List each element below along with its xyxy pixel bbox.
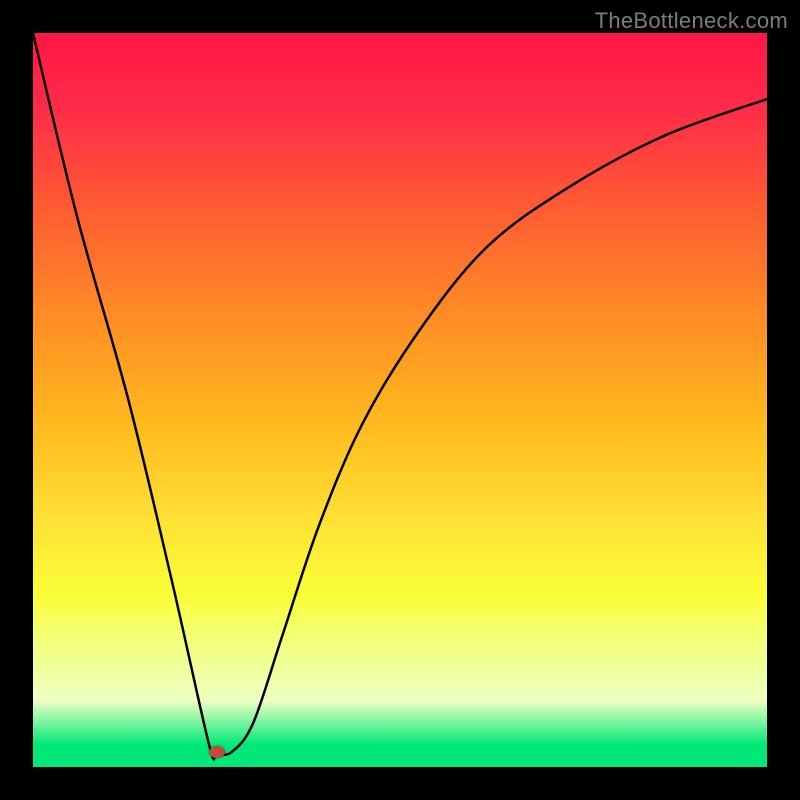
bottleneck-curve (33, 33, 767, 767)
chart-frame: TheBottleneck.com (0, 0, 800, 800)
chart-plot-area (33, 33, 767, 767)
bottleneck-marker (209, 746, 225, 758)
watermark-label: TheBottleneck.com (595, 8, 788, 34)
